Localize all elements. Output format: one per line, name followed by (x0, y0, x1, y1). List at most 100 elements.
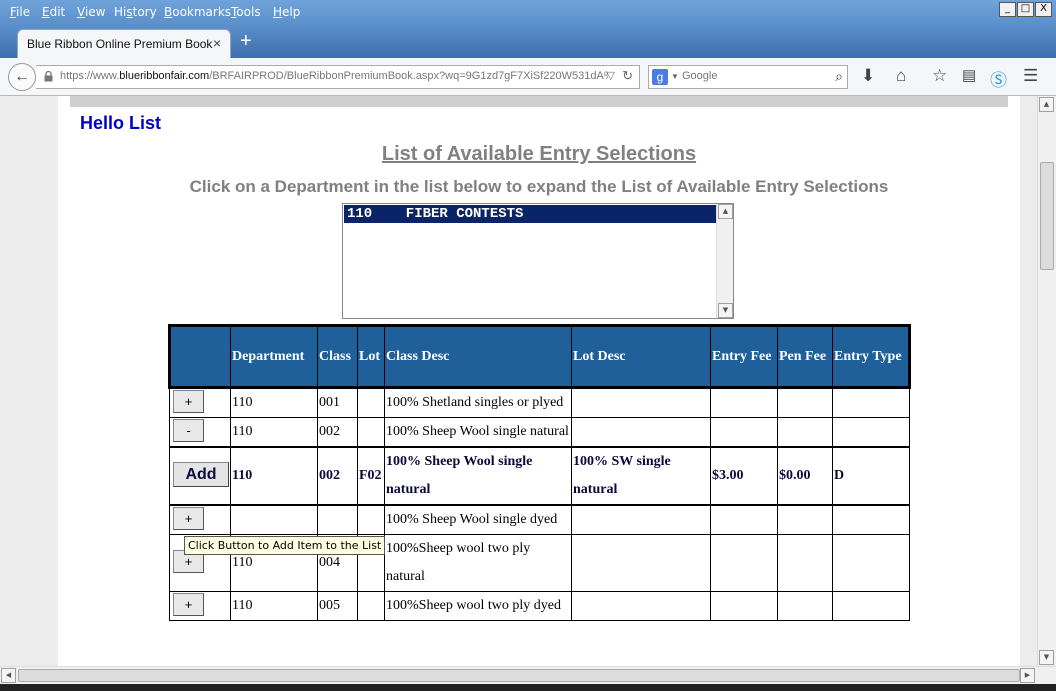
new-tab-icon[interactable]: + (240, 30, 252, 53)
header-action (168, 324, 231, 389)
back-arrow-icon[interactable]: ← (8, 63, 36, 91)
department-cell: 110 (230, 417, 318, 448)
expand-button[interactable]: + (173, 507, 204, 530)
window-controls: _ □ X (999, 2, 1052, 17)
scroll-down-arrow-icon[interactable]: ▼ (718, 303, 733, 318)
class-cell: 002 (317, 446, 358, 506)
header-class: Class (317, 324, 358, 389)
minimize-button[interactable]: _ (999, 2, 1016, 17)
scroll-left-arrow-icon[interactable]: ◀ (1, 668, 16, 683)
download-icon[interactable]: ⬇ (861, 66, 875, 86)
search-bar[interactable]: g ▼ ⌕ (648, 65, 848, 89)
pen-fee-cell (777, 504, 833, 535)
lot-desc-cell (571, 387, 711, 418)
header-department: Department (230, 324, 318, 389)
class-cell: 001 (317, 387, 358, 418)
lot-cell (357, 591, 385, 621)
vertical-scrollbar[interactable]: ▲ ▼ (1037, 96, 1056, 666)
bookmark-star-icon[interactable]: ☆ (932, 66, 947, 86)
entry-fee-cell (710, 534, 778, 592)
add-item-button[interactable]: Add (173, 462, 229, 487)
entry-type-cell (832, 387, 910, 418)
entry-type-cell (832, 534, 910, 592)
page-content: Hello List List of Available Entry Selec… (58, 96, 1020, 666)
tab-blue-ribbon[interactable]: Blue Ribbon Online Premium Book × (17, 29, 231, 58)
menu-file[interactable]: File (10, 5, 30, 19)
row-action-cell: + (169, 591, 231, 621)
menu-bookmarks[interactable]: Bookmarks (164, 5, 231, 19)
add-button-tooltip: Click Button to Add Item to the List (184, 536, 386, 555)
pen-fee-cell (777, 534, 833, 592)
class-cell: 005 (317, 591, 358, 621)
page-scroll-down-arrow-icon[interactable]: ▼ (1039, 650, 1054, 665)
search-engine-dropdown-icon[interactable]: ▼ (671, 72, 679, 81)
entry-fee-cell: $3.00 (710, 446, 778, 506)
reload-icon[interactable]: ↻ (622, 68, 633, 84)
collapse-button[interactable]: - (173, 419, 204, 442)
entry-type-cell (832, 504, 910, 535)
vertical-scroll-thumb[interactable] (1040, 162, 1054, 270)
lot-cell (357, 504, 385, 535)
row-action-cell: + (169, 504, 231, 535)
class-cell: 002 (317, 417, 358, 448)
skype-icon[interactable]: Ⓢ (990, 66, 1007, 91)
expand-button[interactable]: + (173, 390, 204, 413)
reading-list-icon[interactable]: ▤ (962, 66, 976, 84)
search-icon[interactable]: ⌕ (835, 68, 843, 85)
lot-cell (357, 387, 385, 418)
entry-fee-cell (710, 417, 778, 448)
class-desc-cell: 100% Shetland singles or plyed (384, 387, 572, 418)
page-viewport: Hello List List of Available Entry Selec… (0, 96, 1037, 666)
scroll-right-arrow-icon[interactable]: ▶ (1020, 668, 1035, 683)
entry-type-cell (832, 417, 910, 448)
url-dropdown-icon[interactable]: ▽ (607, 69, 615, 82)
home-icon[interactable]: ⌂ (896, 66, 906, 86)
entry-type-cell (832, 591, 910, 621)
department-list-item[interactable]: 110 FIBER CONTESTS (344, 205, 717, 223)
lot-cell: F02 (357, 446, 385, 506)
header-class-desc: Class Desc (384, 324, 572, 389)
lock-icon (44, 71, 53, 82)
tab-title: Blue Ribbon Online Premium Book (27, 37, 213, 51)
expand-button[interactable]: + (173, 593, 204, 616)
page-scroll-up-arrow-icon[interactable]: ▲ (1039, 97, 1054, 112)
instructions-text: Click on a Department in the list below … (189, 177, 889, 196)
table-row: + 110 001 100% Shetland singles or plyed (169, 387, 910, 418)
pen-fee-cell: $0.00 (777, 446, 833, 506)
entry-fee-cell (710, 504, 778, 535)
pen-fee-cell (777, 591, 833, 621)
lot-desc-cell: 100% SW single natural (571, 446, 711, 506)
search-input[interactable] (682, 70, 822, 82)
department-cell: 110 (230, 446, 318, 506)
lot-cell (357, 417, 385, 448)
horizontal-scroll-thumb[interactable] (18, 669, 1020, 682)
class-cell (317, 504, 358, 535)
table-row: - 110 002 100% Sheep Wool single natural (169, 417, 910, 448)
pen-fee-cell (777, 387, 833, 418)
menu-edit[interactable]: Edit (42, 5, 65, 19)
entry-type-cell: D (832, 446, 910, 506)
taskbar-strip (0, 684, 1056, 691)
url-bar[interactable]: https://www.blueribbonfair.com/BRFAIRPRO… (36, 65, 640, 89)
listbox-scrollbar[interactable]: ▲ ▼ (716, 204, 733, 318)
hamburger-menu-icon[interactable]: ☰ (1023, 66, 1038, 86)
close-tab-icon[interactable]: × (213, 35, 221, 51)
menu-help[interactable]: Help (273, 5, 300, 19)
header-entry-type: Entry Type (832, 324, 911, 389)
close-window-button[interactable]: X (1035, 2, 1052, 17)
menu-view[interactable]: View (77, 5, 105, 19)
top-nav-strip (70, 96, 1008, 107)
google-icon[interactable]: g (652, 69, 668, 85)
menu-tools[interactable]: Tools (231, 5, 261, 19)
horizontal-scrollbar[interactable]: ◀ ▶ (0, 666, 1056, 684)
maximize-button[interactable]: □ (1017, 2, 1034, 17)
lot-desc-cell (571, 417, 711, 448)
pen-fee-cell (777, 417, 833, 448)
lot-desc-cell (571, 534, 711, 592)
lot-desc-cell (571, 504, 711, 535)
department-listbox[interactable]: 110 FIBER CONTESTS ▲ ▼ (342, 203, 734, 319)
department-cell (230, 504, 318, 535)
menu-history[interactable]: History (114, 5, 157, 19)
scroll-up-arrow-icon[interactable]: ▲ (718, 204, 733, 219)
table-row: + 110 005 100%Sheep wool two ply dyed (169, 591, 910, 621)
